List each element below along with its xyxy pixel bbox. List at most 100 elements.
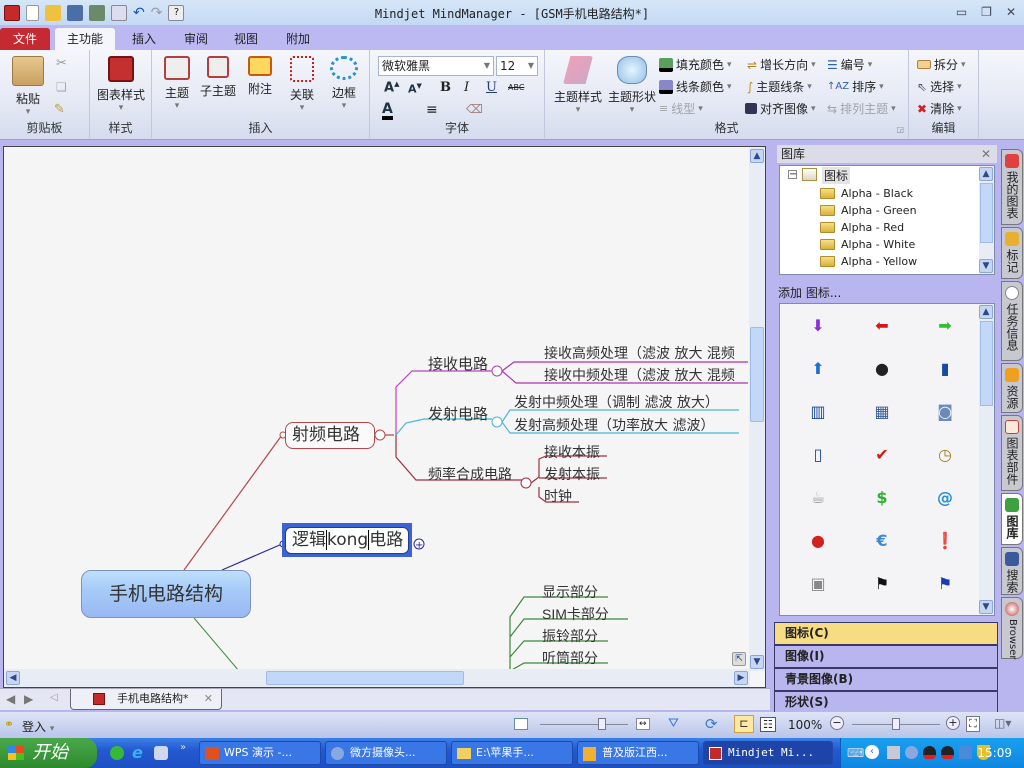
horizontal-scrollbar[interactable]: ◀ ▶ bbox=[4, 669, 750, 687]
subtopic-sim[interactable]: SIM卡部分 bbox=[542, 604, 609, 624]
fit-map-status-button[interactable]: ⛶ bbox=[966, 716, 980, 732]
camera-icon[interactable]: ◙ bbox=[935, 402, 955, 422]
tree-scroll-thumb[interactable] bbox=[980, 183, 993, 243]
accordion-shapes[interactable]: 形状(S) bbox=[774, 691, 998, 714]
subtopic-display[interactable]: 显示部分 bbox=[542, 582, 598, 602]
at-sign-icon[interactable]: @ bbox=[935, 488, 955, 508]
subtopic-receive-hf[interactable]: 接收高频处理（滤波 放大 混频 bbox=[544, 343, 735, 363]
underline-button[interactable]: U bbox=[486, 80, 497, 95]
fax-icon[interactable]: ▣ bbox=[808, 574, 828, 594]
network-icon[interactable] bbox=[887, 746, 900, 759]
tab-review[interactable]: 审阅 bbox=[172, 28, 220, 50]
filter-icon[interactable]: ⛛ bbox=[668, 716, 679, 731]
grid-scroll-down[interactable]: ▼ bbox=[979, 600, 993, 614]
split-button[interactable]: 拆分 ▾ bbox=[917, 56, 966, 73]
zoom-in-button[interactable]: + bbox=[946, 716, 960, 730]
tab-insert[interactable]: 插入 bbox=[120, 28, 168, 50]
tree-item[interactable]: Alpha - Red bbox=[820, 221, 904, 234]
subtopic-transmit-hf[interactable]: 发射高频处理（功率放大 滤波） bbox=[514, 415, 714, 435]
map-overview-icon[interactable] bbox=[514, 718, 528, 730]
format-dialog-launcher[interactable]: ◲ bbox=[896, 125, 904, 134]
dollar-icon[interactable]: $ bbox=[872, 488, 892, 508]
icon-grid-scrollbar[interactable]: ▲ ▼ bbox=[979, 304, 994, 615]
topic-line-button[interactable]: ∫ 主题线条 ▾ bbox=[747, 78, 812, 95]
exclamation-icon[interactable]: ❗ bbox=[935, 531, 955, 551]
qq-icon[interactable] bbox=[923, 746, 936, 759]
subtopic-rx-lo[interactable]: 接收本振 bbox=[544, 442, 600, 462]
clear-button[interactable]: ✖ 清除 ▾ bbox=[917, 100, 962, 117]
tab-view[interactable]: 视图 bbox=[222, 28, 270, 50]
book-icon[interactable]: ▮ bbox=[935, 359, 955, 379]
boundary-button[interactable]: 边框 ▾ bbox=[328, 56, 360, 111]
copy-icon[interactable]: ❏ bbox=[56, 80, 67, 94]
side-tab-map-parts[interactable]: 图表部件 bbox=[1001, 415, 1023, 491]
side-tab-task-info[interactable]: 任务信息 bbox=[1001, 281, 1023, 361]
tab-file[interactable]: 文件 bbox=[0, 28, 50, 50]
arrow-down-purple-icon[interactable]: ⬇ bbox=[808, 316, 828, 336]
callout-button[interactable]: 附注 bbox=[244, 56, 276, 97]
subtopic-receive-if[interactable]: 接收中频处理（滤波 放大 混频 bbox=[544, 365, 735, 385]
tree-scrollbar[interactable]: ▲ ▼ bbox=[979, 166, 994, 274]
detail-slider-track[interactable] bbox=[540, 724, 628, 725]
restore-button[interactable]: ❐ bbox=[981, 5, 992, 19]
previous-doc-icon[interactable]: ◀ bbox=[6, 692, 15, 706]
taskbar-button-document[interactable]: 普及版江西... bbox=[577, 741, 699, 765]
close-button[interactable]: ✕ bbox=[1006, 5, 1016, 19]
subtopic-button[interactable]: 子主题 bbox=[198, 56, 238, 99]
scroll-down-button[interactable]: ▼ bbox=[750, 655, 764, 669]
bomb-icon[interactable]: ● bbox=[872, 359, 892, 379]
tree-collapse-icon[interactable]: − bbox=[788, 170, 797, 180]
taskbar-button-camera[interactable]: 微方摄像头... bbox=[325, 741, 447, 765]
fit-map-button[interactable]: ⇱ bbox=[732, 652, 746, 666]
line-color-button[interactable]: 线条颜色 ▾ bbox=[659, 78, 732, 95]
tree-item[interactable]: Alpha - White bbox=[820, 238, 915, 251]
scroll-right-button[interactable]: ▶ bbox=[734, 671, 748, 685]
arrow-right-green-icon[interactable]: ➡ bbox=[935, 316, 955, 336]
accordion-images[interactable]: 图像(I) bbox=[774, 645, 998, 668]
taskbar-button-wps[interactable]: WPS 演示 -... bbox=[199, 741, 321, 765]
subtopic-clock[interactable]: 时钟 bbox=[544, 486, 572, 506]
tree-scroll-up[interactable]: ▲ bbox=[979, 167, 993, 181]
strikethrough-button[interactable]: ABC bbox=[508, 83, 524, 92]
quicklaunch-app-icon[interactable] bbox=[154, 746, 168, 760]
panel-toggle-icon[interactable]: ◫▾ bbox=[994, 716, 1011, 730]
clear-format-icon[interactable]: ⌫ bbox=[466, 102, 483, 116]
webcam-tray-icon[interactable] bbox=[905, 746, 918, 759]
subtopic-transmit-if[interactable]: 发射中频处理（调制 滤波 放大） bbox=[514, 392, 719, 412]
growth-direction-button[interactable]: ⇌ 增长方向 ▾ bbox=[747, 56, 816, 73]
topic-receive[interactable]: 接收电路 bbox=[428, 353, 488, 374]
zoom-slider-thumb[interactable] bbox=[892, 718, 900, 730]
black-flag-icon[interactable]: ⚑ bbox=[872, 574, 892, 594]
checkmark-icon[interactable]: ✔ bbox=[872, 445, 892, 465]
select-button[interactable]: ⇖ 选择 ▾ bbox=[917, 78, 962, 95]
next-doc-icon[interactable]: ▶ bbox=[24, 692, 33, 706]
map-canvas[interactable]: + 手机电路结构 射频电路 接收电路 接收高频处理（滤波 放大 混频 接收中频处… bbox=[3, 146, 766, 688]
internet-explorer-icon[interactable]: e bbox=[132, 743, 143, 762]
align-button[interactable]: ≡ bbox=[426, 102, 438, 118]
align-image-button[interactable]: 对齐图像 ▾ bbox=[745, 100, 816, 117]
tab-scroll-icon[interactable]: ◁ bbox=[50, 692, 58, 703]
tree-item[interactable]: Alpha - Black bbox=[820, 187, 913, 200]
side-tab-markers[interactable]: 标记 bbox=[1001, 227, 1023, 279]
subtopic-ringer[interactable]: 振铃部分 bbox=[542, 626, 598, 646]
subtopic-receiver[interactable]: 听筒部分 bbox=[542, 648, 598, 668]
paste-button[interactable]: 粘贴 ▾ bbox=[10, 56, 46, 117]
cut-icon[interactable]: ✂ bbox=[56, 56, 67, 71]
qq-icon[interactable] bbox=[941, 746, 954, 759]
topic-style-button[interactable]: 主题样式 ▾ bbox=[551, 56, 605, 115]
topic-synth[interactable]: 频率合成电路 bbox=[428, 464, 512, 484]
euro-icon[interactable]: € bbox=[872, 531, 892, 551]
tree-root[interactable]: 图标 bbox=[822, 167, 851, 184]
side-tab-browser[interactable]: Browser bbox=[1001, 597, 1023, 660]
font-color-button[interactable]: A bbox=[382, 102, 393, 120]
outline-view-button[interactable]: ☷ bbox=[760, 717, 776, 732]
minimize-button[interactable]: ▭ bbox=[956, 5, 967, 19]
tab-home[interactable]: 主功能 bbox=[55, 28, 116, 50]
subtopic-tx-lo[interactable]: 发射本振 bbox=[544, 464, 600, 484]
fill-color-button[interactable]: 填充颜色 ▾ bbox=[659, 56, 732, 73]
topic-transmit[interactable]: 发射电路 bbox=[428, 403, 488, 424]
side-tab-library[interactable]: 图库 bbox=[1001, 493, 1023, 545]
alarm-bell-icon[interactable]: ● bbox=[808, 531, 828, 551]
detail-slider-thumb[interactable] bbox=[597, 718, 606, 730]
tab-addins[interactable]: 附加 bbox=[274, 28, 322, 50]
